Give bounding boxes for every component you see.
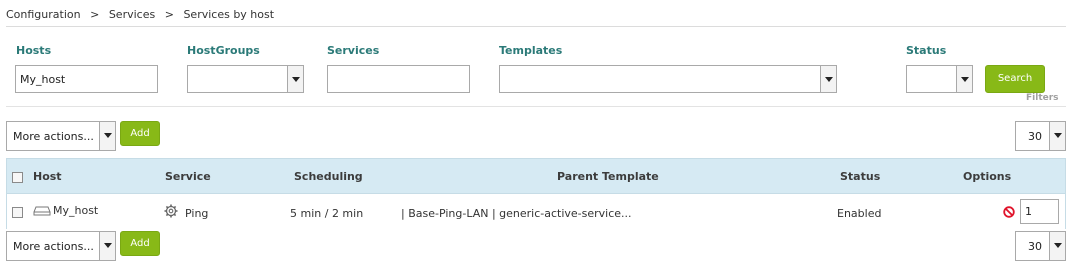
table-row[interactable]: My_host Ping 5 min / 2 min | Base-Ping-L… [7, 193, 1065, 229]
breadcrumb-separator: > [90, 8, 100, 21]
gear-icon [164, 204, 178, 218]
column-header-service[interactable]: Service [165, 170, 211, 183]
column-header-scheduling: Scheduling [294, 170, 363, 183]
row-host-link[interactable]: My_host [53, 204, 98, 217]
host-icon [33, 206, 51, 216]
row-scheduling: 5 min / 2 min [290, 207, 364, 220]
filters-divider [6, 106, 1066, 107]
page-size-select-bottom[interactable]: 30 [1015, 231, 1066, 261]
breadcrumb-divider [6, 26, 1066, 27]
row-checkbox[interactable] [12, 207, 23, 218]
breadcrumb: Configuration > Services > Services by h… [6, 8, 274, 21]
more-actions-select-bottom[interactable]: More actions... [6, 231, 116, 261]
add-button-top[interactable]: Add [120, 121, 160, 146]
templates-filter-select[interactable] [499, 65, 837, 93]
page-size-value: 30 [1028, 130, 1042, 143]
more-actions-select-top[interactable]: More actions... [6, 121, 116, 151]
more-actions-value: More actions... [13, 130, 94, 143]
page-size-select-top[interactable]: 30 [1015, 121, 1066, 151]
search-button[interactable]: Search [985, 65, 1045, 93]
status-filter-label: Status [906, 44, 947, 57]
chevron-down-icon[interactable] [99, 122, 115, 150]
row-status: Enabled [837, 207, 882, 220]
chevron-down-icon[interactable] [287, 66, 303, 92]
breadcrumb-item-services[interactable]: Services [109, 8, 155, 21]
column-header-parent-template: Parent Template [557, 170, 659, 183]
column-header-host[interactable]: Host [33, 170, 62, 183]
hosts-filter-label: Hosts [16, 44, 52, 57]
disable-icon[interactable] [1003, 206, 1015, 218]
column-header-status: Status [840, 170, 881, 183]
breadcrumb-item-configuration[interactable]: Configuration [6, 8, 81, 21]
services-filter-label: Services [327, 44, 380, 57]
row-parent-template: | Base-Ping-LAN | generic-active-service… [401, 207, 632, 220]
services-filter-input[interactable] [327, 65, 470, 93]
hostgroups-filter-label: HostGroups [187, 44, 260, 57]
column-header-options: Options [963, 170, 1012, 183]
chevron-down-icon[interactable] [1049, 122, 1065, 150]
more-actions-value: More actions... [13, 240, 94, 253]
chevron-down-icon[interactable] [820, 66, 836, 92]
status-filter-select[interactable] [906, 65, 973, 93]
table-header: Host Service Scheduling Parent Template … [7, 159, 1065, 193]
hostgroups-filter-select[interactable] [187, 65, 304, 93]
chevron-down-icon[interactable] [956, 66, 972, 92]
filters-toggle-label[interactable]: Filters [1026, 93, 1059, 103]
breadcrumb-separator: > [164, 8, 174, 21]
select-all-checkbox[interactable] [12, 172, 23, 183]
hosts-filter-input[interactable] [15, 65, 158, 93]
services-table: Host Service Scheduling Parent Template … [6, 158, 1066, 229]
page-size-value: 30 [1028, 240, 1042, 253]
row-service-link[interactable]: Ping [185, 207, 208, 220]
chevron-down-icon[interactable] [99, 232, 115, 260]
add-button-bottom[interactable]: Add [120, 231, 160, 256]
row-duplicate-count-input[interactable] [1020, 199, 1059, 224]
chevron-down-icon[interactable] [1049, 232, 1065, 260]
breadcrumb-item-services-by-host[interactable]: Services by host [183, 8, 274, 21]
templates-filter-label: Templates [499, 44, 563, 57]
